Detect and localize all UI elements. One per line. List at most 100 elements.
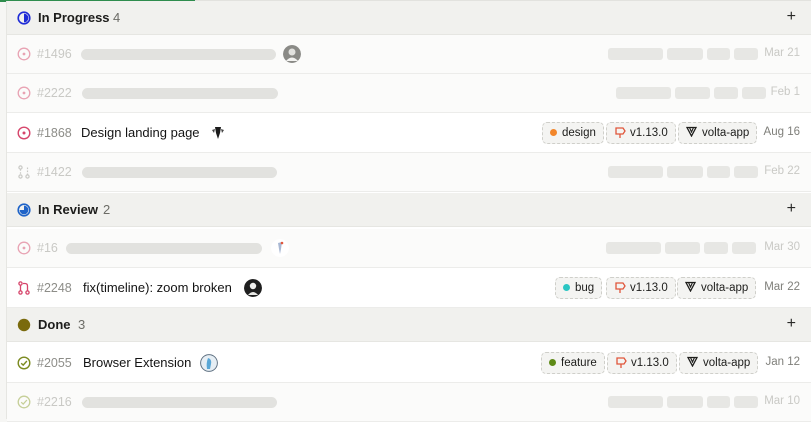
- issue-row[interactable]: #1422 Feb 22: [7, 153, 811, 192]
- group-header-in-review[interactable]: In Review 2 +: [7, 193, 811, 227]
- group-name: Done: [38, 317, 71, 332]
- milestone-text: v1.13.0: [630, 282, 668, 294]
- issue-id: #2248: [37, 281, 72, 295]
- add-issue-button[interactable]: +: [787, 314, 796, 334]
- issue-id: #2055: [37, 356, 72, 370]
- assignee-avatar[interactable]: [200, 354, 218, 372]
- group-name: In Review: [38, 202, 98, 217]
- milestone-icon: [615, 127, 626, 138]
- project-chip[interactable]: volta-app: [677, 277, 757, 299]
- issue-date: Feb 22: [764, 165, 800, 177]
- in-progress-icon: [17, 11, 31, 25]
- milestone-text: v1.13.0: [630, 127, 668, 139]
- assignee-avatar[interactable]: [283, 45, 301, 63]
- issue-row[interactable]: #1868 Design landing page design v1.13.0…: [7, 114, 811, 153]
- milestone-chip[interactable]: v1.13.0: [606, 122, 676, 144]
- group-count: 4: [113, 10, 121, 25]
- open-issue-icon: [17, 241, 31, 255]
- label-text: bug: [575, 282, 595, 294]
- project-icon: [686, 126, 697, 137]
- assignee-avatar[interactable]: [244, 279, 262, 297]
- group-count: 2: [103, 202, 111, 217]
- add-issue-button[interactable]: +: [787, 7, 796, 27]
- issue-date: Mar 21: [764, 47, 800, 59]
- issue-title: Browser Extension: [83, 355, 192, 370]
- open-issue-icon: [17, 47, 31, 61]
- issue-id: #2216: [37, 395, 72, 409]
- placeholder-chip: [732, 242, 756, 254]
- issue-row[interactable]: #2248 fix(timeline): zoom broken bug v1.…: [7, 269, 811, 308]
- placeholder-chip: [707, 166, 730, 178]
- title-placeholder: [82, 397, 277, 408]
- issue-date: Mar 22: [764, 281, 800, 293]
- milestone-text: v1.13.0: [631, 357, 669, 369]
- milestone-icon: [616, 357, 627, 368]
- placeholder-chip: [606, 242, 661, 254]
- issue-row[interactable]: #2216 Mar 10: [7, 383, 811, 422]
- placeholder-chip: [667, 396, 703, 408]
- label-dot-icon: [563, 284, 570, 291]
- group-count: 3: [78, 317, 86, 332]
- placeholder-chip: [734, 48, 758, 60]
- placeholder-chip: [734, 166, 758, 178]
- project-text: volta-app: [703, 357, 751, 369]
- label-dot-icon: [549, 359, 556, 366]
- issue-date: Mar 30: [764, 241, 800, 253]
- title-placeholder: [82, 167, 277, 178]
- placeholder-chip: [667, 166, 703, 178]
- issue-id: #16: [37, 241, 58, 255]
- label-dot-icon: [550, 129, 557, 136]
- issue-date: Feb 1: [770, 86, 800, 98]
- milestone-icon: [615, 282, 626, 293]
- issue-id: #1422: [37, 165, 72, 179]
- placeholder-chip: [608, 396, 663, 408]
- assignee-avatar[interactable]: [271, 239, 289, 257]
- placeholder-chip: [675, 87, 710, 99]
- project-text: volta-app: [702, 127, 750, 139]
- label-text: feature: [561, 357, 597, 369]
- placeholder-chip: [742, 87, 766, 99]
- group-header-in-progress[interactable]: In Progress 4 +: [7, 1, 811, 35]
- placeholder-chip: [714, 87, 738, 99]
- title-placeholder: [82, 88, 278, 99]
- label-chip[interactable]: feature: [541, 352, 605, 374]
- placeholder-chip: [734, 396, 758, 408]
- pull-request-icon: [18, 165, 30, 179]
- placeholder-chip: [608, 166, 663, 178]
- placeholder-chip: [707, 396, 730, 408]
- label-chip[interactable]: bug: [555, 277, 603, 299]
- done-check-icon: [17, 395, 31, 409]
- milestone-chip[interactable]: v1.13.0: [606, 277, 676, 299]
- add-issue-button[interactable]: +: [787, 199, 796, 219]
- placeholder-chip: [704, 242, 728, 254]
- done-status-icon: [17, 318, 31, 332]
- label-chip[interactable]: design: [542, 122, 604, 144]
- assignee-avatar[interactable]: [209, 124, 227, 142]
- issue-row[interactable]: #2055 Browser Extension feature v1.13.0 …: [7, 344, 811, 383]
- placeholder-chip: [608, 48, 663, 60]
- issue-list-panel: In Progress 4 + #1496 Mar 21 #2222 Feb 1…: [6, 1, 811, 422]
- issue-row[interactable]: #16 Mar 30: [7, 229, 811, 268]
- issue-row[interactable]: #2222 Feb 1: [7, 74, 811, 113]
- project-icon: [687, 356, 698, 367]
- group-header-done[interactable]: Done 3 +: [7, 308, 811, 342]
- issue-title: Design landing page: [81, 125, 200, 140]
- issue-id: #1868: [37, 126, 72, 140]
- label-text: design: [562, 127, 596, 139]
- project-text: volta-app: [701, 282, 749, 294]
- in-review-icon: [17, 203, 31, 217]
- pull-request-icon: [18, 281, 30, 295]
- title-placeholder: [66, 243, 262, 254]
- project-chip[interactable]: volta-app: [679, 352, 759, 374]
- issue-date: Mar 10: [764, 395, 800, 407]
- issue-date: Jan 12: [765, 356, 800, 368]
- issue-title: fix(timeline): zoom broken: [83, 280, 232, 295]
- issue-id: #1496: [37, 47, 72, 61]
- placeholder-chip: [707, 48, 730, 60]
- issue-row[interactable]: #1496 Mar 21: [7, 35, 811, 74]
- group-name: In Progress: [38, 10, 110, 25]
- issue-id: #2222: [37, 86, 72, 100]
- done-check-icon: [17, 356, 31, 370]
- milestone-chip[interactable]: v1.13.0: [607, 352, 677, 374]
- project-chip[interactable]: volta-app: [678, 122, 758, 144]
